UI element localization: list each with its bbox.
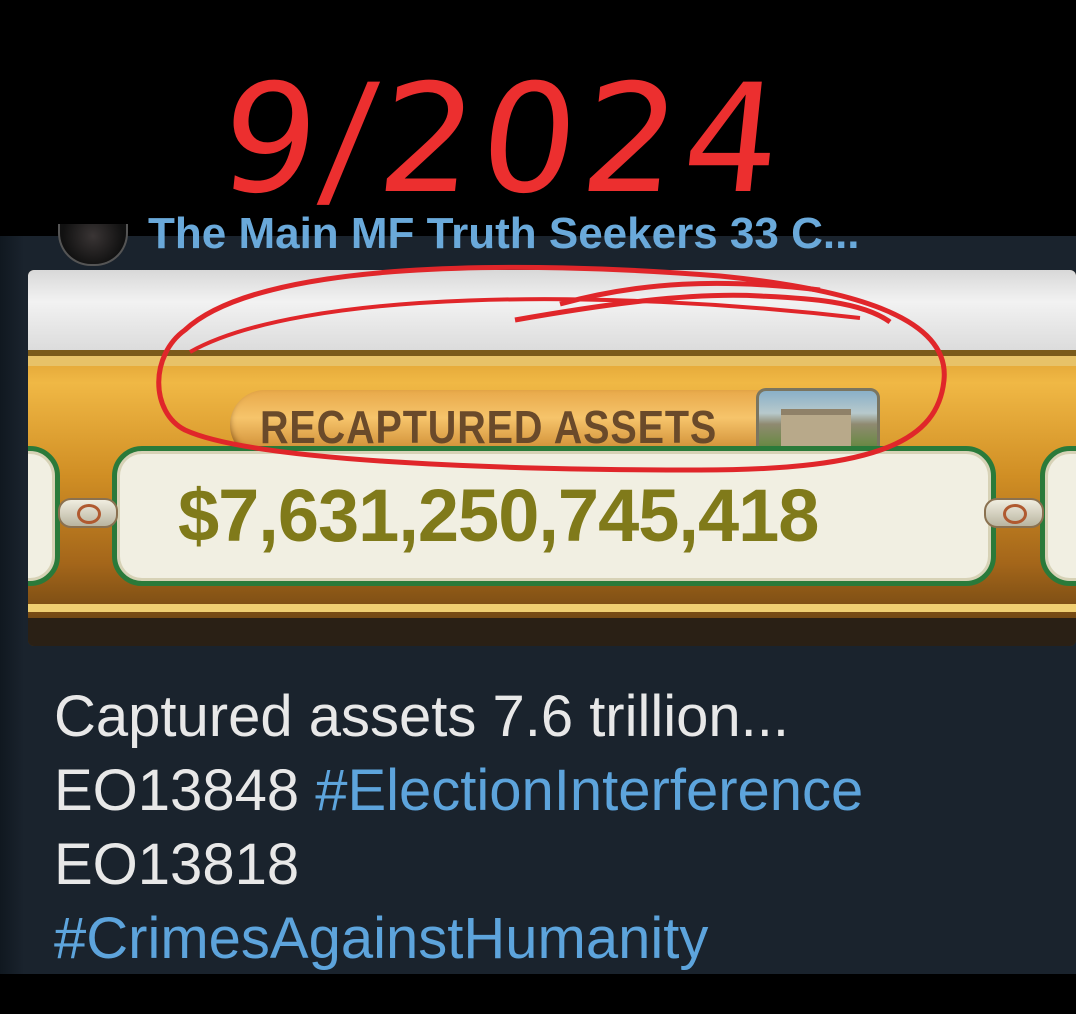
- executive-order-ref: EO13848: [54, 758, 316, 823]
- message-line-1: Captured assets 7.6 trillion...: [54, 684, 790, 749]
- hashtag-election-interference[interactable]: #ElectionInterference: [315, 758, 863, 823]
- hashtag-crimes-against-humanity[interactable]: #CrimesAgainstHumanity: [54, 902, 1054, 976]
- message-line-2: EO13848 #ElectionInterference: [54, 754, 1054, 828]
- message-text: Captured assets 7.6 trillion... EO13848 …: [54, 680, 1054, 976]
- message-line-3: EO13818: [54, 832, 300, 897]
- bottom-black-band: [0, 974, 1076, 1014]
